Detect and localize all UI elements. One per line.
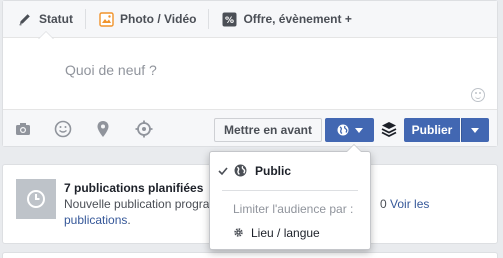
clock-icon	[16, 179, 56, 219]
scheduled-posts-title: 7 publications planifiées	[64, 181, 204, 195]
camera-icon[interactable]	[14, 120, 32, 138]
publish-label: Publier	[411, 123, 453, 137]
chevron-down-icon	[354, 127, 363, 133]
post-composer: Statut Photo / Vidéo % Offre, évènement …	[2, 0, 498, 147]
tab-divider	[85, 9, 86, 29]
tab-photo-video-label: Photo / Vidéo	[120, 12, 197, 26]
tab-offer-event-label: Offre, évènement +	[243, 12, 352, 26]
target-icon[interactable]	[135, 120, 153, 138]
checkmark-icon	[218, 165, 228, 179]
pencil-icon	[17, 11, 33, 27]
chevron-down-icon	[471, 127, 479, 133]
boost-post-button[interactable]: Mettre en avant	[214, 118, 322, 142]
layers-icon[interactable]	[380, 120, 398, 138]
globe-icon	[234, 164, 247, 180]
svg-text:%: %	[225, 16, 234, 26]
audience-public-label: Public	[255, 164, 292, 178]
gear-icon	[233, 227, 244, 241]
scheduled-desc-period: .	[127, 213, 131, 227]
emoji-icon[interactable]	[54, 120, 72, 138]
offer-icon: %	[221, 11, 237, 27]
globe-icon	[337, 124, 349, 136]
composer-toolbar: Mettre en avant Publier	[3, 109, 497, 146]
smiley-icon[interactable]	[471, 88, 485, 102]
audience-dropdown: Public Limiter l'audience par : Lieu / l…	[209, 144, 371, 250]
next-card	[2, 252, 498, 258]
publish-options-button[interactable]	[461, 118, 489, 142]
audience-location-label: Lieu / langue	[251, 226, 320, 240]
publish-button[interactable]: Publier	[404, 118, 460, 142]
limit-audience-label: Limiter l'audience par :	[233, 202, 354, 216]
audience-option-location-language[interactable]: Lieu / langue	[210, 222, 370, 244]
boost-post-label: Mettre en avant	[223, 123, 313, 137]
composer-tabs: Statut Photo / Vidéo % Offre, évènement …	[3, 1, 497, 39]
photo-icon	[98, 11, 114, 27]
audience-option-public[interactable]: Public	[210, 160, 370, 182]
tab-status[interactable]: Statut	[13, 1, 81, 39]
scheduled-desc-tail: 0	[380, 197, 387, 211]
tab-divider	[208, 9, 210, 29]
tab-photo-video[interactable]: Photo / Vidéo	[94, 1, 204, 38]
audience-selector-button[interactable]	[325, 118, 374, 142]
view-posts-link[interactable]: Voir les	[390, 197, 429, 211]
tab-status-label: Statut	[39, 12, 73, 26]
tab-offer-event[interactable]: % Offre, évènement +	[217, 1, 359, 38]
view-posts-link-cont[interactable]: publications	[64, 213, 127, 227]
location-pin-icon[interactable]	[94, 120, 112, 138]
status-input-placeholder: Quoi de neuf ?	[65, 62, 157, 78]
compose-area[interactable]: Quoi de neuf ?	[3, 38, 497, 110]
dropdown-divider	[222, 190, 358, 191]
